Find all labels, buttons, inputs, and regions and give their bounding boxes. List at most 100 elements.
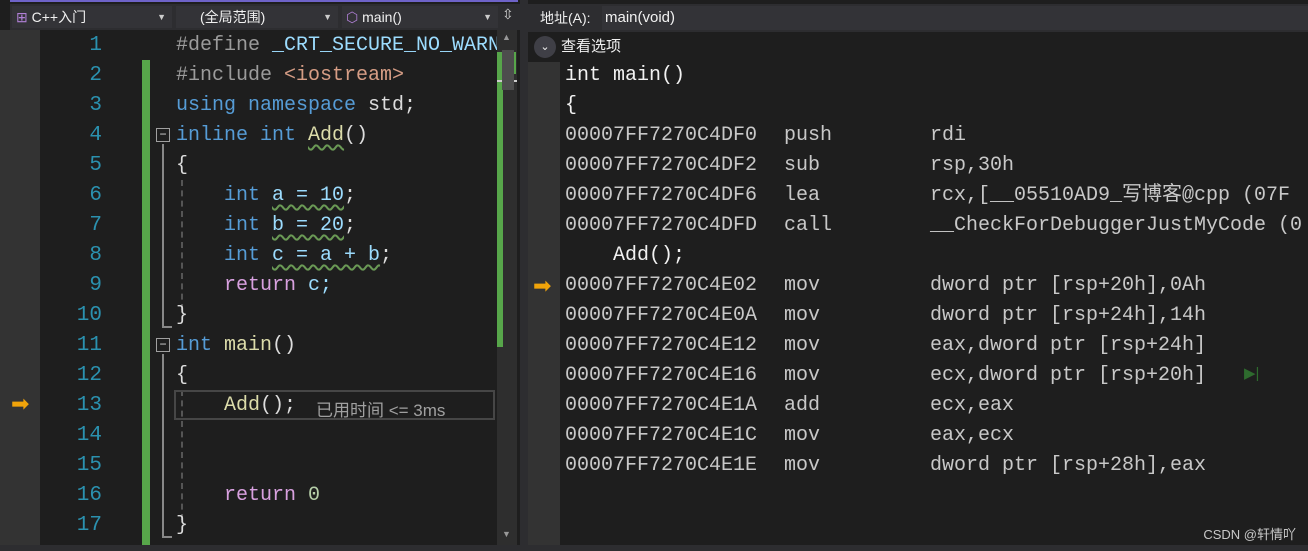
code-editor-pane: ⊞ C++入门 ▼ (全局范围) ▼ ⬡ main() ▼ ⇳ 1 2 3 4 5 6 7 8 9 10… xyxy=(0,0,520,551)
instruction-opcode[interactable]: mov xyxy=(784,301,820,331)
split-icon[interactable]: ⇳ xyxy=(502,6,514,23)
line-number: 14 xyxy=(76,424,102,447)
fold-line xyxy=(162,354,172,538)
instruction-operands[interactable]: __CheckForDebuggerJustMyCode (0 xyxy=(930,211,1302,241)
fold-toggle-icon[interactable]: − xyxy=(156,338,170,352)
instruction-opcode[interactable]: lea xyxy=(784,181,820,211)
instruction-address[interactable]: 00007FF7270C4E0A xyxy=(565,301,757,331)
watermark: CSDN @轩情吖 xyxy=(1203,527,1296,542)
address-input[interactable]: main(void) xyxy=(602,6,1308,30)
source-line[interactable]: int main() xyxy=(565,61,685,91)
instruction-opcode[interactable]: mov xyxy=(784,421,820,451)
current-instruction-arrow-icon: ➡ xyxy=(533,273,552,298)
scroll-up-icon[interactable]: ▲ xyxy=(502,32,511,42)
line-number: 5 xyxy=(89,154,102,177)
instruction-address[interactable]: 00007FF7270C4DF0 xyxy=(565,121,757,151)
instruction-operands[interactable]: dword ptr [rsp+28h],eax xyxy=(930,451,1206,481)
code-line[interactable]: int a = 10; xyxy=(176,181,356,211)
instruction-opcode[interactable]: mov xyxy=(784,451,820,481)
instruction-address[interactable]: 00007FF7270C4E12 xyxy=(565,331,757,361)
instruction-address[interactable]: 00007FF7270C4E16 xyxy=(565,361,757,391)
code-line[interactable]: return 0 xyxy=(176,481,320,511)
change-marker xyxy=(497,52,503,347)
member-dropdown[interactable]: ⬡ main() ▼ xyxy=(342,6,498,28)
code-line[interactable]: { xyxy=(176,151,188,181)
code-line[interactable]: { xyxy=(176,361,188,391)
instruction-address[interactable]: 00007FF7270C4DFD xyxy=(565,211,757,241)
code-line[interactable]: } xyxy=(176,301,188,331)
instruction-opcode[interactable]: call xyxy=(784,211,832,241)
code-line[interactable]: inline int Add() xyxy=(176,121,368,151)
view-options-toggle[interactable]: ⌄ 查看选项 xyxy=(534,36,621,59)
address-label: 地址(A): xyxy=(540,10,591,26)
instruction-address[interactable]: 00007FF7270C4E1A xyxy=(565,391,757,421)
line-number: 7 xyxy=(89,214,102,237)
instruction-opcode[interactable]: mov xyxy=(784,361,820,391)
line-number: 12 xyxy=(76,364,102,387)
instruction-address[interactable]: 00007FF7270C4E02 xyxy=(565,271,757,301)
project-dropdown[interactable]: ⊞ C++入门 ▼ xyxy=(12,6,172,28)
code-line[interactable]: using namespace std; xyxy=(176,91,416,121)
instruction-operands[interactable]: ecx,dword ptr [rsp+20h] xyxy=(930,361,1206,391)
line-number: 16 xyxy=(76,484,102,507)
pane-splitter[interactable] xyxy=(520,0,528,551)
status-bar xyxy=(0,545,1308,551)
line-number: 1 xyxy=(89,34,102,57)
line-number: 11 xyxy=(76,334,102,357)
code-line[interactable]: return c; xyxy=(176,271,332,301)
source-line[interactable]: Add(); xyxy=(565,241,685,271)
run-to-click-icon[interactable]: ▶| xyxy=(1244,364,1259,382)
line-number: 15 xyxy=(76,454,102,477)
instruction-address[interactable]: 00007FF7270C4E1E xyxy=(565,451,757,481)
instruction-operands[interactable]: eax,dword ptr [rsp+24h] xyxy=(930,331,1206,361)
chevron-down-icon: ⌄ xyxy=(534,36,556,59)
instruction-address[interactable]: 00007FF7270C4DF6 xyxy=(565,181,757,211)
chevron-down-icon: ▼ xyxy=(157,12,166,22)
current-statement-arrow-icon: ➡ xyxy=(11,391,30,416)
indicator-margin[interactable] xyxy=(0,30,40,545)
scope-label: (全局范围) xyxy=(200,9,266,25)
instruction-address[interactable]: 00007FF7270C4E1C xyxy=(565,421,757,451)
chevron-down-icon: ▼ xyxy=(483,12,492,22)
code-line[interactable]: } xyxy=(176,511,188,541)
cube-icon: ⬡ xyxy=(346,9,363,25)
instruction-operands[interactable]: ecx,eax xyxy=(930,391,1014,421)
code-line[interactable]: int main() xyxy=(176,331,296,361)
instruction-operands[interactable]: dword ptr [rsp+20h],0Ah xyxy=(930,271,1206,301)
code-line[interactable]: int b = 20; xyxy=(176,211,356,241)
instruction-opcode[interactable]: add xyxy=(784,391,820,421)
fold-line xyxy=(162,144,172,328)
instruction-opcode[interactable]: push xyxy=(784,121,832,151)
code-line[interactable]: #include <iostream> xyxy=(176,61,404,91)
instruction-operands[interactable]: rsp,30h xyxy=(930,151,1014,181)
scroll-thumb[interactable] xyxy=(502,50,514,90)
navigation-bar: ⊞ C++入门 ▼ (全局范围) ▼ ⬡ main() ▼ ⇳ xyxy=(10,4,520,30)
instruction-opcode[interactable]: sub xyxy=(784,151,820,181)
instruction-opcode[interactable]: mov xyxy=(784,271,820,301)
source-line[interactable]: { xyxy=(565,91,577,121)
instruction-opcode[interactable]: mov xyxy=(784,331,820,361)
instruction-address[interactable]: 00007FF7270C4DF2 xyxy=(565,151,757,181)
scope-dropdown[interactable]: (全局范围) ▼ xyxy=(176,6,338,28)
disassembly-pane: 地址(A): main(void) ⌄ 查看选项 ➡ int main(){000… xyxy=(528,0,1308,551)
line-number: 10 xyxy=(76,304,102,327)
instruction-operands[interactable]: eax,ecx xyxy=(930,421,1014,451)
chevron-down-icon: ▼ xyxy=(323,12,332,22)
project-icon: ⊞ xyxy=(16,9,32,25)
line-number: 9 xyxy=(89,274,102,297)
instruction-operands[interactable]: dword ptr [rsp+24h],14h xyxy=(930,301,1206,331)
instruction-operands[interactable]: rdi xyxy=(930,121,966,151)
indicator-margin[interactable] xyxy=(528,62,560,545)
perf-tip[interactable]: 已用时间 <= 3ms xyxy=(316,396,445,421)
active-tab-indicator xyxy=(10,0,518,2)
line-number: 3 xyxy=(89,94,102,117)
line-number: 17 xyxy=(76,514,102,537)
instruction-operands[interactable]: rcx,[__05510AD9_写博客@cpp (07F xyxy=(930,181,1290,211)
code-line[interactable]: int c = a + b; xyxy=(176,241,392,271)
scroll-down-icon[interactable]: ▼ xyxy=(502,529,511,539)
code-line[interactable]: Add(); xyxy=(176,391,296,421)
fold-toggle-icon[interactable]: − xyxy=(156,128,170,142)
project-label: C++入门 xyxy=(31,9,87,25)
code-line[interactable]: #define _CRT_SECURE_NO_WARN xyxy=(176,31,500,61)
vertical-scrollbar[interactable]: ▲ ▼ xyxy=(497,30,517,545)
